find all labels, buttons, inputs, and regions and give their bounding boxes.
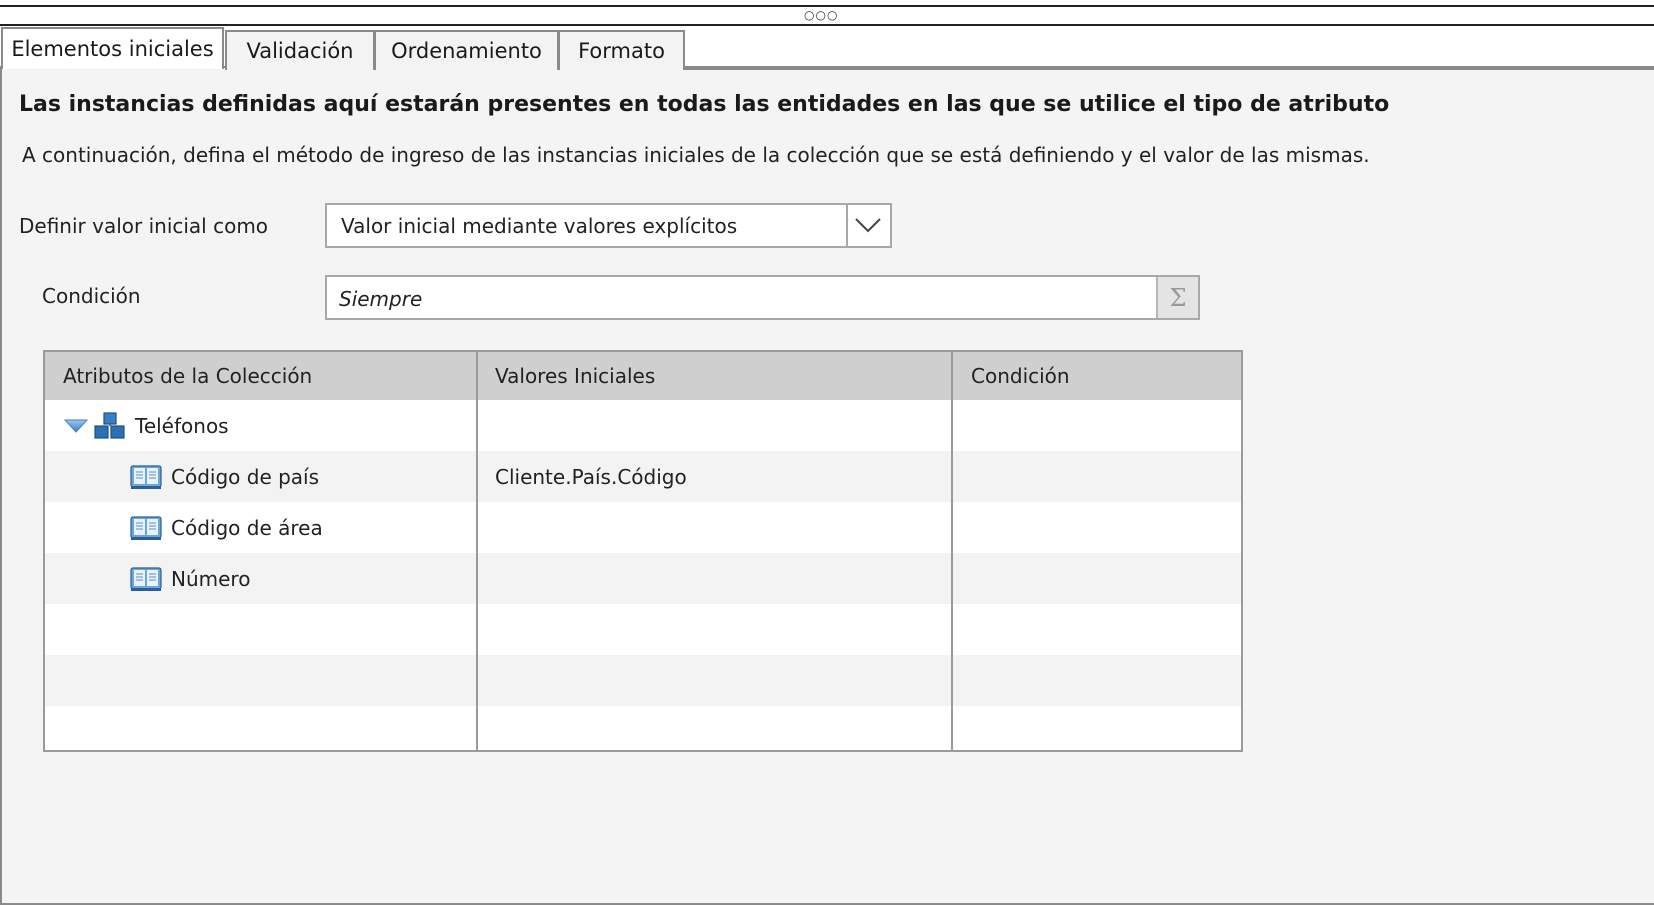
table-row[interactable]: Teléfonos bbox=[45, 400, 1241, 451]
condition-input[interactable]: Siempre Σ bbox=[325, 275, 1200, 320]
book-icon bbox=[130, 464, 162, 489]
tree-node-label: Código de área bbox=[171, 515, 323, 540]
condition-label: Condición bbox=[42, 284, 141, 308]
tab-bar: Elementos iniciales Validación Ordenamie… bbox=[0, 26, 1654, 70]
condition-value: Siempre bbox=[339, 287, 423, 311]
table-row[interactable] bbox=[45, 706, 1241, 750]
tree-node: Código de área bbox=[129, 502, 323, 553]
grid-header: Atributos de la Colección Valores Inicia… bbox=[45, 352, 1241, 400]
expand-triangle-icon[interactable] bbox=[63, 416, 89, 436]
table-row[interactable] bbox=[45, 604, 1241, 655]
tree-node: Código de país bbox=[129, 451, 319, 502]
window-titlebar: ○○○ bbox=[0, 0, 1654, 26]
tab-ordenamiento[interactable]: Ordenamiento bbox=[374, 30, 559, 70]
collection-icon bbox=[94, 411, 125, 439]
tree-node-label: Código de país bbox=[171, 464, 320, 489]
titlebar-top-border bbox=[0, 5, 1654, 7]
table-row[interactable]: Número bbox=[45, 553, 1241, 604]
column-divider[interactable] bbox=[476, 352, 478, 750]
initial-value-selected: Valor inicial mediante valores explícito… bbox=[341, 214, 738, 238]
initial-value-cell[interactable]: Cliente.País.Código bbox=[495, 451, 687, 502]
drag-grip-icon[interactable]: ○○○ bbox=[804, 9, 838, 21]
column-header-initial-values[interactable]: Valores Iniciales bbox=[477, 352, 953, 400]
dropdown-button[interactable] bbox=[846, 205, 890, 246]
panel-description: A continuación, defina el método de ingr… bbox=[22, 143, 1370, 167]
initial-value-label: Definir valor inicial como bbox=[19, 214, 269, 238]
chevron-down-icon bbox=[855, 218, 881, 233]
tree-node: Teléfonos bbox=[63, 400, 229, 451]
tree-node-label: Número bbox=[171, 566, 251, 591]
sigma-icon[interactable]: Σ bbox=[1156, 277, 1198, 318]
collection-grid: Atributos de la Colección Valores Inicia… bbox=[43, 350, 1243, 752]
tab-validacion[interactable]: Validación bbox=[225, 30, 375, 70]
tree-node: Número bbox=[129, 553, 250, 604]
table-row[interactable] bbox=[45, 655, 1241, 706]
tab-elementos-iniciales[interactable]: Elementos iniciales bbox=[1, 27, 224, 69]
book-icon bbox=[130, 515, 162, 540]
tree-node-label: Teléfonos bbox=[135, 413, 229, 438]
tab-content-panel: Las instancias definidas aquí estarán pr… bbox=[0, 66, 1654, 905]
panel-heading: Las instancias definidas aquí estarán pr… bbox=[19, 92, 1390, 117]
initial-value-select[interactable]: Valor inicial mediante valores explícito… bbox=[325, 203, 892, 248]
column-header-attributes[interactable]: Atributos de la Colección bbox=[45, 352, 477, 400]
tab-formato[interactable]: Formato bbox=[558, 30, 685, 70]
column-divider[interactable] bbox=[951, 352, 953, 750]
table-row[interactable]: Código de área bbox=[45, 502, 1241, 553]
column-header-condition[interactable]: Condición bbox=[953, 352, 1241, 400]
book-icon bbox=[130, 566, 162, 591]
table-row[interactable]: Código de país Cliente.País.Código bbox=[45, 451, 1241, 502]
